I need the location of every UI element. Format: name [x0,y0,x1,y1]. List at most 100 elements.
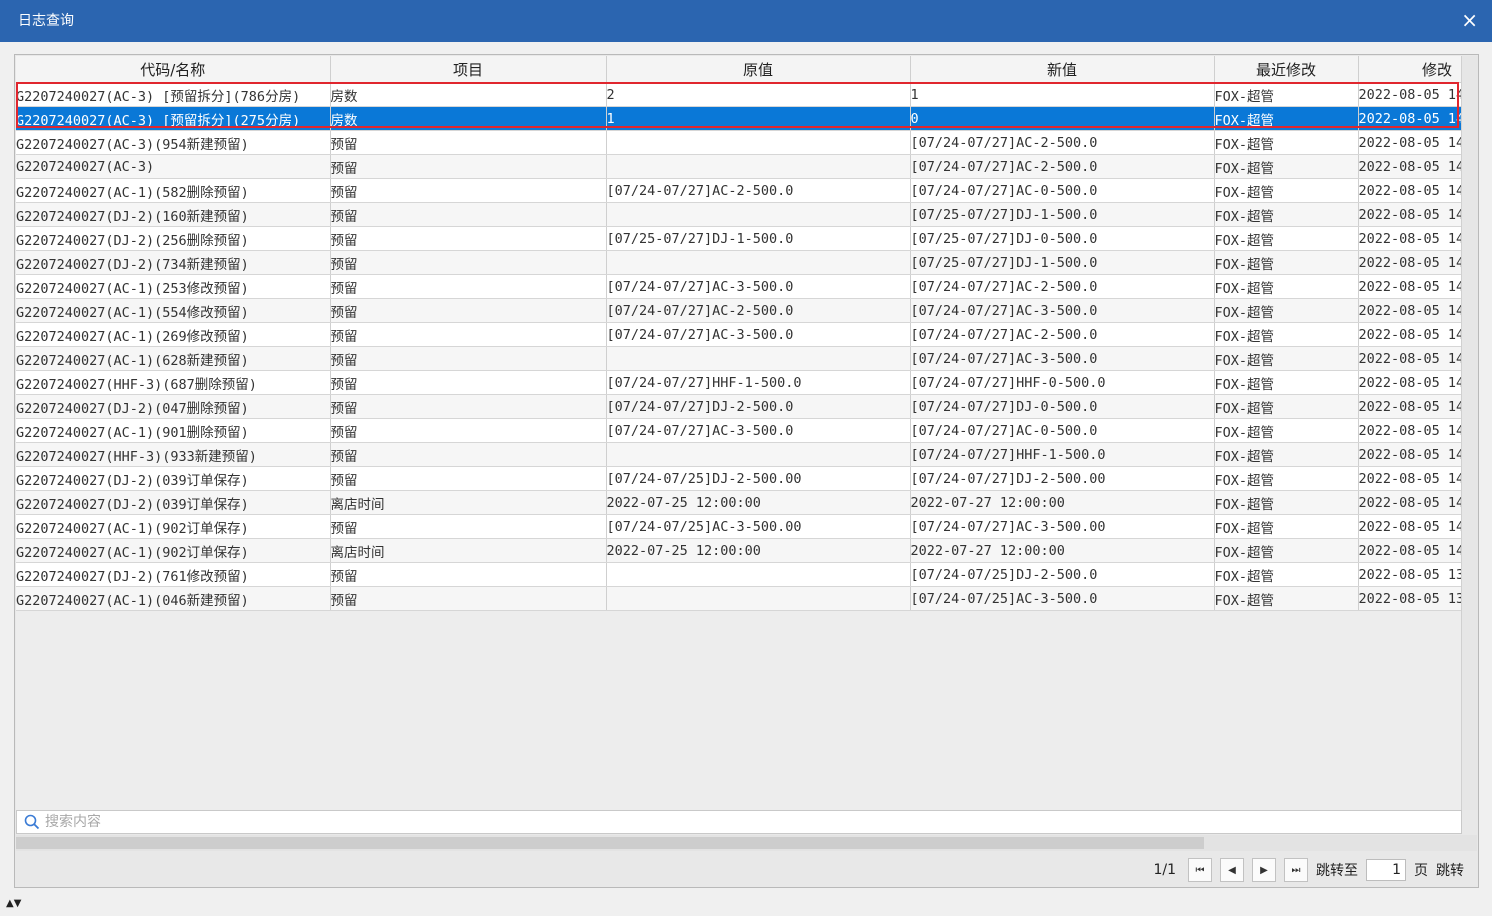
horizontal-scroll-thumb[interactable] [16,837,1204,849]
table-cell: 预留 [330,418,607,443]
table-cell: [07/24-07/27]AC-3-500.0 [606,322,911,347]
table-row[interactable]: G2207240027(AC-1)(253修改预留) 预留 [07/24-07/27… [16,274,1461,299]
table-row[interactable]: G2207240027(DJ-2)(734新建预留) 预留 [07/25-07/27… [16,250,1461,275]
table-cell: 预留 [330,442,607,467]
window-title: 日志查询 [18,13,74,29]
column-header[interactable]: 项目 [330,56,607,83]
table-cell: 预留 [330,514,607,539]
table-cell: FOX-超管 [1214,130,1359,155]
table-cell: G2207240027(DJ-2)(047删除预留) [16,394,331,419]
table-cell: [07/24-07/27]AC-2-500.0 [910,274,1215,299]
table-cell: 预留 [330,274,607,299]
table-cell: FOX-超管 [1214,538,1359,563]
table-row[interactable]: G2207240027(AC-3) 预留 [07/24-07/27]AC-2-500… [16,154,1461,179]
table-cell: 2022-08-05 14 [1358,490,1461,515]
table-cell: 预留 [330,370,607,395]
table-cell: G2207240027(AC-1)(253修改预留) [16,274,331,299]
table-cell [606,130,911,155]
first-page-icon[interactable]: ⏮ [1188,858,1212,882]
page-number-input[interactable]: 1 [1366,859,1406,881]
table-cell: FOX-超管 [1214,466,1359,491]
column-header[interactable]: 代码/名称 [16,56,331,83]
table-cell: 预留 [330,202,607,227]
table-cell: [07/24-07/27]DJ-0-500.0 [910,394,1215,419]
table-row[interactable]: G2207240027(AC-1)(582删除预留) 预留 [07/24-07/27… [16,178,1461,203]
table-row[interactable]: G2207240027(DJ-2)(160新建预留) 预留 [07/25-07/27… [16,202,1461,227]
goto-label: 跳转至 [1316,863,1358,879]
table-row[interactable]: G2207240027(DJ-2)(039订单保存) 离店时间 2022-07-25… [16,490,1461,515]
table-row[interactable]: G2207240027(AC-3)(954新建预留) 预留 [07/24-07/27… [16,130,1461,155]
page-unit-label: 页 [1414,863,1428,879]
table-cell: FOX-超管 [1214,106,1359,131]
log-grid: 代码/名称 项目 原值 新值 最近修改 修改 G2207240027(AC-3) [预留拆… [16,56,1461,810]
table-cell: G2207240027(AC-1)(628新建预留) [16,346,331,371]
table-row[interactable]: G2207240027(HHF-3)(687删除预留) 预留 [07/24-07/2… [16,370,1461,395]
table-cell: 离店时间 [330,538,607,563]
table-row[interactable]: G2207240027(DJ-2)(761修改预留) 预留 [07/24-07/25… [16,562,1461,587]
column-header[interactable]: 新值 [910,56,1215,83]
table-row[interactable]: G2207240027(DJ-2)(039订单保存) 预留 [07/24-07/25… [16,466,1461,491]
table-row[interactable]: G2207240027(AC-1)(902订单保存) 离店时间 2022-07-25… [16,538,1461,563]
table-row[interactable]: G2207240027(AC-3) [预留拆分](786分房) 房数 2 1 FOX-超… [16,82,1461,107]
table-cell: [07/24-07/25]AC-3-500.0 [910,586,1215,611]
table-cell: 2022-08-05 13 [1358,562,1461,587]
table-cell: 预留 [330,562,607,587]
table-cell [606,442,911,467]
vertical-scrollbar[interactable] [1461,56,1478,810]
table-row[interactable]: G2207240027(AC-1)(901删除预留) 预留 [07/24-07/27… [16,418,1461,443]
goto-button[interactable]: 跳转 [1436,860,1464,880]
column-header[interactable]: 修改 [1358,56,1461,83]
table-cell: [07/24-07/27]AC-2-500.0 [606,178,911,203]
table-cell: G2207240027(AC-3)(954新建预留) [16,130,331,155]
table-cell: 2022-08-05 14 [1358,370,1461,395]
last-page-icon[interactable]: ⏭ [1284,858,1308,882]
search-field[interactable]: 搜索内容 [16,810,1462,834]
table-cell: 离店时间 [330,490,607,515]
table-row[interactable]: G2207240027(HHF-3)(933新建预留) 预留 [07/24-07/2… [16,442,1461,467]
table-cell: G2207240027(AC-1)(582删除预留) [16,178,331,203]
table-cell: 预留 [330,346,607,371]
next-page-icon[interactable]: ▶ [1252,858,1276,882]
table-cell: FOX-超管 [1214,394,1359,419]
column-header[interactable]: 原值 [606,56,911,83]
table-cell: [07/24-07/27]DJ-2-500.00 [910,466,1215,491]
table-cell: [07/24-07/27]AC-2-500.0 [910,322,1215,347]
search-input[interactable]: 搜索内容 [45,813,101,831]
table-cell [606,250,911,275]
table-cell: 2022-08-05 14 [1358,466,1461,491]
table-cell: 2022-08-05 14 [1358,322,1461,347]
table-cell: FOX-超管 [1214,442,1359,467]
table-cell: 预留 [330,586,607,611]
table-cell: FOX-超管 [1214,586,1359,611]
table-cell [606,346,911,371]
table-cell: FOX-超管 [1214,202,1359,227]
table-cell: 2022-08-05 14 [1358,226,1461,251]
table-cell: [07/24-07/25]DJ-2-500.0 [910,562,1215,587]
table-cell: G2207240027(DJ-2)(039订单保存) [16,466,331,491]
horizontal-scrollbar[interactable] [16,835,1477,851]
table-cell: G2207240027(AC-1)(554修改预留) [16,298,331,323]
table-cell: [07/24-07/27]DJ-2-500.0 [606,394,911,419]
table-row[interactable]: G2207240027(AC-1)(269修改预留) 预留 [07/24-07/27… [16,322,1461,347]
table-row[interactable]: G2207240027(DJ-2)(256删除预留) 预留 [07/25-07/27… [16,226,1461,251]
table-row[interactable]: G2207240027(AC-1)(628新建预留) 预留 [07/24-07/27… [16,346,1461,371]
prev-page-icon[interactable]: ◀ [1220,858,1244,882]
table-cell: FOX-超管 [1214,250,1359,275]
table-cell: [07/25-07/27]DJ-0-500.0 [910,226,1215,251]
table-row[interactable]: G2207240027(AC-3) [预留拆分](275分房) 房数 1 0 FOX-超… [16,106,1461,131]
close-icon[interactable]: × [1461,9,1478,31]
collapse-toggle-icon[interactable]: ▲▼ [6,898,21,909]
table-row[interactable]: G2207240027(AC-1)(554修改预留) 预留 [07/24-07/27… [16,298,1461,323]
table-cell: FOX-超管 [1214,490,1359,515]
column-header[interactable]: 最近修改 [1214,56,1359,83]
table-cell: [07/25-07/27]DJ-1-500.0 [606,226,911,251]
table-cell: [07/25-07/27]DJ-1-500.0 [910,202,1215,227]
table-row[interactable]: G2207240027(DJ-2)(047删除预留) 预留 [07/24-07/27… [16,394,1461,419]
table-cell: FOX-超管 [1214,346,1359,371]
table-cell: 2022-08-05 14 [1358,298,1461,323]
table-row[interactable]: G2207240027(AC-1)(046新建预留) 预留 [07/24-07/25… [16,586,1461,611]
table-cell: 1 [910,82,1215,107]
table-row[interactable]: G2207240027(AC-1)(902订单保存) 预留 [07/24-07/25… [16,514,1461,539]
table-cell: G2207240027(DJ-2)(761修改预留) [16,562,331,587]
table-cell: 2022-08-05 14 [1358,538,1461,563]
